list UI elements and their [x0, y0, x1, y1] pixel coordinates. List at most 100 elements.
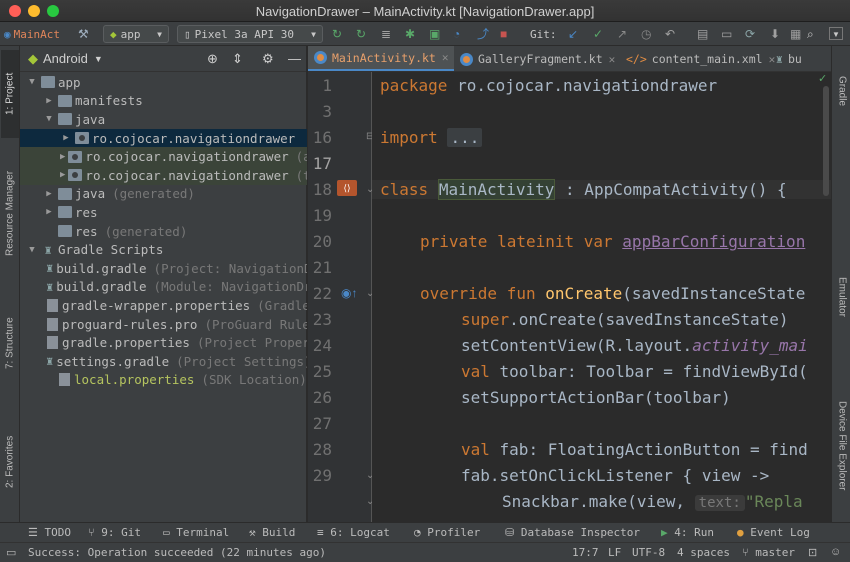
line-number: 22: [312, 284, 332, 303]
tree-build-gradle-module[interactable]: ♜build.gradle (Module: NavigationDrawer.a…: [20, 278, 307, 297]
tree-local-properties[interactable]: local.properties (SDK Location): [20, 371, 307, 390]
tree-res[interactable]: ▶ res: [20, 203, 307, 222]
tab-resource-manager[interactable]: Resource Manager: [1, 154, 19, 272]
avd-manager-icon[interactable]: ▭: [721, 27, 732, 41]
chevron-right-icon[interactable]: ▶: [60, 152, 65, 162]
logcat-icon: ≡: [317, 526, 331, 539]
attach-debugger-icon[interactable]: ⤴: [477, 27, 489, 41]
make-icon[interactable]: ≣: [381, 27, 391, 41]
line-separator[interactable]: LF: [608, 546, 621, 559]
tool-todo[interactable]: ☰ TODO: [28, 526, 71, 539]
tree-hint: (generated): [112, 186, 195, 202]
tree-hint: (ProGuard Rules for NavigationDrawer.app…: [204, 316, 307, 332]
chevron-down-icon: ▼: [93, 53, 103, 64]
tab-emulator[interactable]: Emulator: [833, 264, 850, 330]
class-name[interactable]: MainActivity: [437, 179, 556, 200]
close-icon[interactable]: ✕: [442, 51, 449, 64]
status-message[interactable]: Success: Operation succeeded (22 minutes…: [28, 546, 326, 559]
tool-logcat[interactable]: ≡ 6: Logcat: [317, 526, 390, 539]
hide-panel-icon[interactable]: —: [288, 51, 301, 66]
chevron-down-icon[interactable]: ▼: [26, 245, 38, 255]
chevron-right-icon[interactable]: ▶: [60, 170, 65, 180]
git-branch[interactable]: ⑂ master: [742, 546, 795, 559]
tree-package-main[interactable]: ▶ ro.cojocar.navigationdrawer: [20, 128, 307, 148]
status-icon[interactable]: ▭: [6, 546, 16, 559]
tool-event-log[interactable]: ● Event Log: [737, 526, 810, 539]
search-icon[interactable]: ⌕: [807, 27, 814, 41]
tab-project[interactable]: 1: Project: [1, 50, 19, 138]
tool-database-inspector[interactable]: ⛁ Database Inspector: [505, 526, 640, 539]
tab-favorites[interactable]: 2: Favorites: [1, 418, 19, 506]
chevron-right-icon[interactable]: ▶: [60, 133, 72, 143]
hammer-icon[interactable]: ⚒: [78, 27, 89, 41]
rollback-icon[interactable]: ↶: [665, 27, 675, 41]
tree-gradle-scripts[interactable]: ▼ ♜ Gradle Scripts: [20, 240, 307, 259]
close-icon[interactable]: ✕: [609, 53, 616, 66]
tree-res-generated[interactable]: res (generated): [20, 222, 307, 241]
tab-gradle[interactable]: Gradle: [833, 66, 850, 116]
tab-device-file-explorer[interactable]: Device File Explorer: [833, 376, 850, 516]
git-update-icon[interactable]: ↙: [568, 27, 578, 41]
chevron-right-icon[interactable]: ▶: [43, 189, 55, 199]
tree-java-generated[interactable]: ▶ java (generated): [20, 185, 307, 204]
account-icon[interactable]: ▼: [829, 27, 843, 40]
file-encoding[interactable]: UTF-8: [632, 546, 665, 559]
inspector-icon[interactable]: ☺: [830, 546, 841, 558]
collapse-all-icon[interactable]: ⇕: [232, 51, 243, 67]
tree-package-test[interactable]: ▶ ro.cojocar.navigationdrawer (test): [20, 166, 307, 185]
sync-gradle-icon[interactable]: ⟳: [745, 27, 755, 41]
run-config-select[interactable]: ◆ app ▼: [103, 25, 169, 43]
profile-icon[interactable]: ◔: [453, 27, 460, 41]
chevron-right-icon[interactable]: ▶: [43, 207, 55, 217]
tree-gradle-wrapper[interactable]: gradle-wrapper.properties (Gradle Version…: [20, 296, 307, 315]
override-marker-icon[interactable]: ◉↑: [341, 286, 357, 300]
tab-structure[interactable]: 7: Structure: [1, 300, 19, 386]
gear-icon[interactable]: ⚙: [262, 51, 274, 67]
project-name[interactable]: ◉ MainAct: [4, 25, 60, 43]
indent-setting[interactable]: 4 spaces: [677, 546, 730, 559]
tree-label: build.gradle: [56, 279, 147, 295]
tree-settings-gradle[interactable]: ♜ settings.gradle (Project Settings): [20, 352, 307, 371]
code-editor[interactable]: package ro.cojocar.navigationdrawer impo…: [372, 72, 831, 522]
debug-bug-icon[interactable]: ✱: [405, 27, 415, 41]
git-push-icon[interactable]: ↗: [617, 27, 627, 41]
tree-java[interactable]: ▼ java: [20, 110, 307, 129]
tool-terminal[interactable]: ▭ Terminal: [163, 526, 229, 539]
tool-build[interactable]: ⚒ Build: [249, 526, 295, 539]
caret-position[interactable]: 17:7: [572, 546, 599, 559]
chevron-down-icon[interactable]: ▼: [26, 77, 38, 87]
coverage-icon[interactable]: ▣: [429, 27, 440, 41]
stop-icon[interactable]: ■: [500, 27, 507, 41]
apply-code-changes-icon[interactable]: ↻: [356, 27, 366, 41]
tab-mainactivity[interactable]: MainActivity.kt ✕: [308, 46, 454, 71]
layout-inspector-icon[interactable]: ▦: [790, 27, 801, 41]
history-icon[interactable]: ◷: [641, 27, 651, 41]
device-select[interactable]: ▯ Pixel 3a API 30 ▼: [177, 25, 323, 43]
tab-galleryfragment[interactable]: GalleryFragment.kt ✕: [454, 46, 620, 71]
git-commit-icon[interactable]: ✓: [593, 27, 603, 41]
project-structure-icon[interactable]: ▤: [697, 27, 708, 41]
class-marker-icon[interactable]: ⟨⟩: [337, 180, 357, 196]
chevron-down-icon[interactable]: ▼: [43, 114, 55, 124]
tree-gradle-properties[interactable]: gradle.properties (Project Properties): [20, 333, 307, 352]
locate-icon[interactable]: ⊕: [207, 51, 218, 67]
tab-content-main[interactable]: </> content_main.xml ✕: [620, 46, 775, 71]
tree-app[interactable]: ▼ app: [20, 73, 307, 92]
tool-run[interactable]: ▶ 4: Run: [661, 526, 714, 539]
tool-profiler[interactable]: ◔ Profiler: [414, 526, 480, 539]
chevron-right-icon[interactable]: ▶: [43, 96, 55, 106]
tree-proguard[interactable]: proguard-rules.pro (ProGuard Rules for Na…: [20, 315, 307, 334]
view-mode-select[interactable]: Android: [43, 51, 88, 66]
tree-label: manifests: [75, 93, 143, 109]
tree-package-androidtest[interactable]: ▶ ro.cojocar.navigationdrawer (androidTest…: [20, 147, 307, 166]
apply-changes-icon[interactable]: ↻: [332, 27, 342, 41]
sdk-manager-icon[interactable]: ⬇: [770, 27, 780, 41]
tree-manifests[interactable]: ▶ manifests: [20, 92, 307, 111]
tree-build-gradle-project[interactable]: ♜build.gradle (Project: NavigationDrawer): [20, 259, 307, 278]
vertical-scrollbar[interactable]: [823, 86, 829, 196]
lock-icon[interactable]: ⊡: [808, 546, 817, 559]
tree-hint: (Module: NavigationDrawer.app): [153, 279, 307, 295]
tool-git[interactable]: ⑂ 9: Git: [88, 526, 141, 539]
tab-build-gradle[interactable]: ♜ bu: [770, 46, 831, 71]
folded-imports[interactable]: ...: [447, 128, 483, 147]
